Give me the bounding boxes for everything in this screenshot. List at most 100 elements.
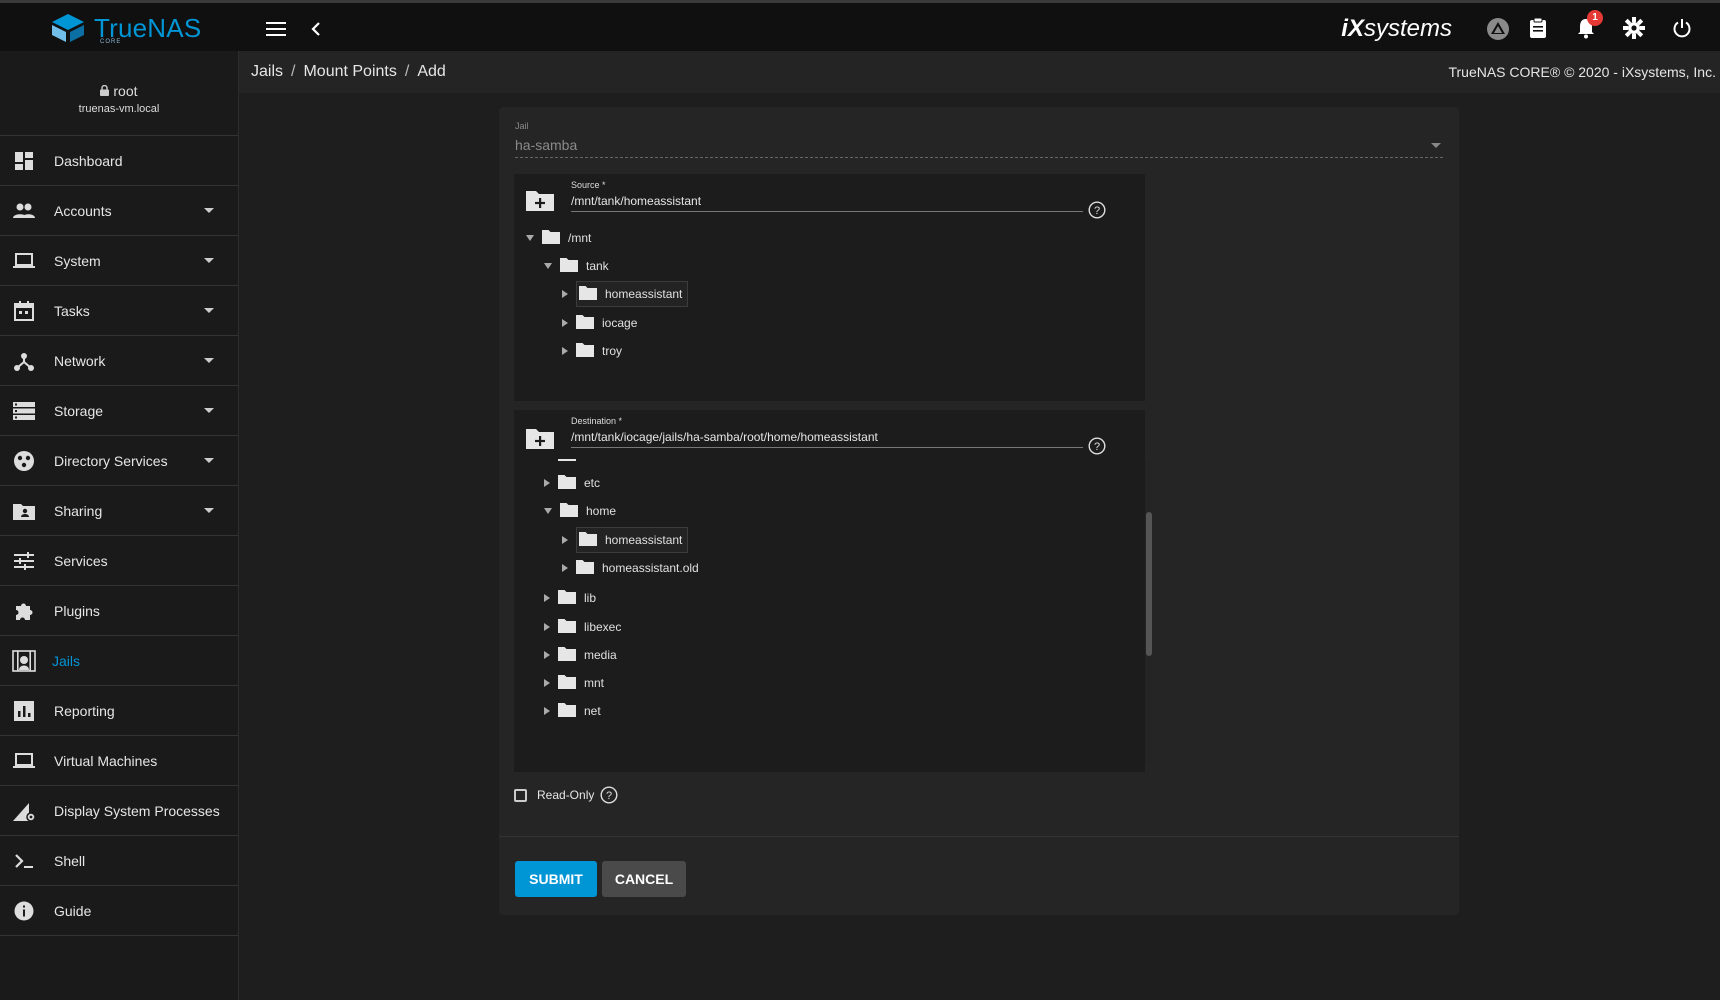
network-icon <box>12 349 36 373</box>
tree-node[interactable]: iocage <box>562 311 639 335</box>
caret-right-icon[interactable] <box>562 536 568 544</box>
clipboard-icon[interactable] <box>1526 16 1550 40</box>
caret-down-icon[interactable] <box>526 235 534 241</box>
expand-caret-icon[interactable] <box>204 258 214 263</box>
sidebar-item-display-system-processes[interactable]: Display System Processes <box>0 786 238 836</box>
destination-path-input[interactable]: /mnt/tank/iocage/jails/ha-samba/root/hom… <box>571 430 1083 448</box>
tree-node[interactable]: dev <box>544 459 605 467</box>
caret-right-icon[interactable] <box>544 594 550 602</box>
sidebar-item-label: Plugins <box>54 602 100 619</box>
sidebar-item-plugins[interactable]: Plugins <box>0 586 238 636</box>
read-only-label: Read-Only <box>537 788 595 802</box>
destination-help-icon[interactable]: ? <box>1088 437 1106 455</box>
tree-node[interactable]: home <box>544 499 618 523</box>
tree-node-label: mnt <box>584 676 605 690</box>
tree-node[interactable]: mnt <box>544 671 606 695</box>
read-only-checkbox[interactable] <box>514 788 527 802</box>
sidebar-item-shell[interactable]: Shell <box>0 836 238 886</box>
tree-node[interactable]: media <box>544 643 619 667</box>
sidebar-item-guide[interactable]: Guide <box>0 886 238 936</box>
laptop-icon <box>12 749 36 773</box>
jail-select-caret[interactable] <box>1431 143 1441 148</box>
ixsystems-logo[interactable]: iXiXsystemssystems <box>1341 15 1452 43</box>
sidebar-item-sharing[interactable]: Sharing <box>0 486 238 536</box>
expand-caret-icon[interactable] <box>204 508 214 513</box>
destination-scrollbar-thumb[interactable] <box>1146 512 1152 656</box>
sidebar-item-jails[interactable]: Jails <box>0 636 238 686</box>
expand-caret-icon[interactable] <box>204 208 214 213</box>
source-help-icon[interactable]: ? <box>1088 201 1106 219</box>
expand-caret-icon[interactable] <box>204 408 214 413</box>
truenas-logo[interactable]: TrueNAS CORE <box>48 12 201 45</box>
caret-down-icon[interactable] <box>544 263 552 269</box>
sidebar-item-network[interactable]: Network <box>0 336 238 386</box>
expand-caret-icon[interactable] <box>204 458 214 463</box>
destination-tree-viewport[interactable]: dev etc home homeassistant homeassistant.old… <box>514 459 1145 766</box>
folder-icon <box>579 531 597 549</box>
chevron-left-icon[interactable] <box>304 17 328 41</box>
tree-node[interactable]: troy <box>562 339 624 363</box>
tree-node[interactable]: homeassistant <box>562 281 689 307</box>
tree-node-label: lib <box>584 591 597 605</box>
tree-node-label: /mnt <box>568 231 592 245</box>
tree-node[interactable]: /mnt <box>526 226 593 250</box>
cancel-button[interactable]: CANCEL <box>602 861 686 897</box>
tree-node[interactable]: net <box>544 699 603 723</box>
tree-node[interactable]: homeassistant <box>562 527 689 553</box>
tree-node[interactable]: homeassistant.old <box>562 556 701 580</box>
sidebar-item-services[interactable]: Services <box>0 536 238 586</box>
tree-node-label: etc <box>584 476 601 490</box>
sidebar-item-storage[interactable]: Storage <box>0 386 238 436</box>
jail-select[interactable]: ha-samba <box>515 137 577 153</box>
sidebar-item-reporting[interactable]: Reporting <box>0 686 238 736</box>
sidebar-item-accounts[interactable]: Accounts <box>0 186 238 236</box>
caret-right-icon[interactable] <box>544 707 550 715</box>
folder-icon <box>558 674 576 692</box>
caret-right-icon[interactable] <box>562 319 568 327</box>
menu-icon[interactable] <box>264 17 288 41</box>
caret-right-icon[interactable] <box>562 290 568 298</box>
sidebar-item-tasks[interactable]: Tasks <box>0 286 238 336</box>
caret-right-icon[interactable] <box>562 347 568 355</box>
truecommand-icon[interactable] <box>1486 17 1510 41</box>
sidebar-item-label: Shell <box>54 852 86 869</box>
folder-icon <box>576 342 594 360</box>
folder-icon <box>576 314 594 332</box>
tree-node[interactable]: lib <box>544 586 598 610</box>
caret-right-icon[interactable] <box>544 479 550 487</box>
read-only-checkbox-row[interactable]: Read-Only ? <box>514 786 618 804</box>
read-only-help-icon[interactable]: ? <box>600 786 618 804</box>
expand-caret-icon[interactable] <box>204 358 214 363</box>
caret-down-icon[interactable] <box>544 508 552 514</box>
tree-node-label: homeassistant <box>605 287 683 301</box>
caret-right-icon[interactable] <box>544 679 550 687</box>
truenas-logo-icon <box>52 14 84 42</box>
svg-text:?: ? <box>1094 441 1100 453</box>
sidebar-item-label: Display System Processes <box>54 802 220 819</box>
sidebar-item-label: System <box>54 252 101 269</box>
breadcrumb-mount-points[interactable]: Mount Points <box>303 63 396 80</box>
submit-button[interactable]: SUBMIT <box>515 861 597 897</box>
tree-node[interactable]: libexec <box>544 615 623 639</box>
tree-node[interactable]: tank <box>544 254 611 278</box>
tree-node-label: media <box>584 648 617 662</box>
destination-label: Destination * <box>571 416 623 426</box>
page-header: Jails / Mount Points / Add TrueNAS CORE® © 2… <box>239 51 1720 93</box>
folder-icon <box>558 702 576 720</box>
caret-right-icon[interactable] <box>544 651 550 659</box>
breadcrumb-jails[interactable]: Jails <box>251 63 283 80</box>
sidebar-item-virtual-machines[interactable]: Virtual Machines <box>0 736 238 786</box>
settings-gear-icon[interactable] <box>1622 16 1646 40</box>
caret-right-icon[interactable] <box>544 623 550 631</box>
source-path-input[interactable]: /mnt/tank/homeassistant <box>571 194 1083 212</box>
tree-node[interactable]: etc <box>544 471 602 495</box>
expand-caret-icon[interactable] <box>204 308 214 313</box>
sidebar-item-directory-services[interactable]: Directory Services <box>0 436 238 486</box>
destination-create-folder-icon[interactable] <box>525 426 555 450</box>
sidebar-item-dashboard[interactable]: Dashboard <box>0 136 238 186</box>
source-create-folder-icon[interactable] <box>525 188 555 212</box>
sidebar-item-system[interactable]: System <box>0 236 238 286</box>
directory-icon <box>12 449 36 473</box>
caret-right-icon[interactable] <box>562 564 568 572</box>
power-icon[interactable] <box>1670 16 1694 40</box>
